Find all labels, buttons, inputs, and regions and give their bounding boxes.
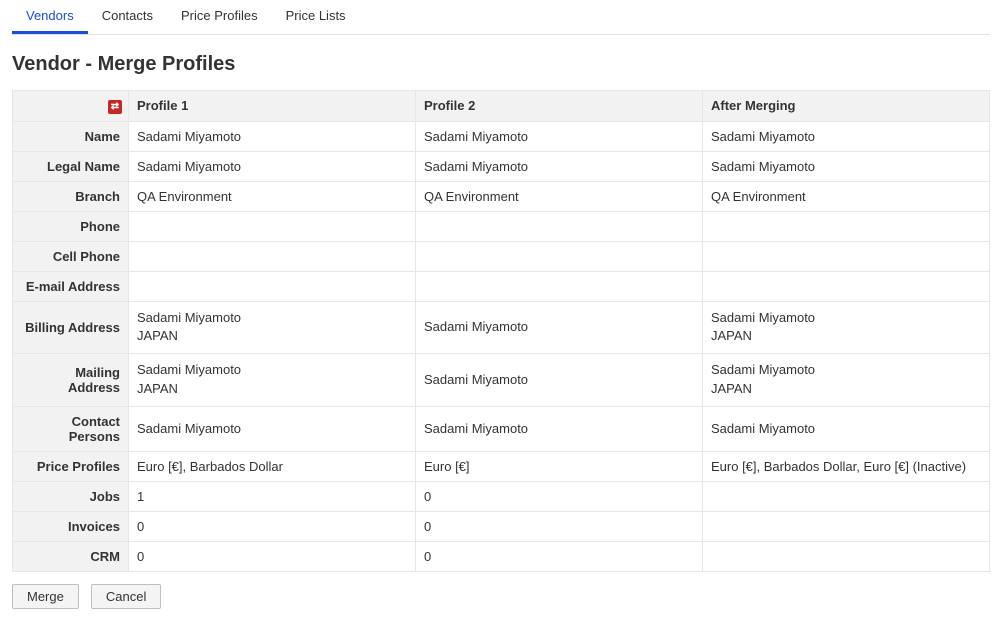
cell-profile1: 0 bbox=[129, 511, 416, 541]
cell-after: Euro [€], Barbados Dollar, Euro [€] (Ina… bbox=[703, 451, 990, 481]
cell-profile1: Sadami Miyamoto bbox=[129, 121, 416, 151]
swap-icon[interactable] bbox=[108, 100, 122, 114]
cell-after bbox=[703, 271, 990, 301]
nav-tabs: Vendors Contacts Price Profiles Price Li… bbox=[12, 0, 990, 35]
cell-profile2: Sadami Miyamoto bbox=[416, 406, 703, 451]
row-label: CRM bbox=[13, 541, 129, 571]
tab-price-profiles[interactable]: Price Profiles bbox=[167, 0, 272, 34]
cell-profile1: Sadami Miyamoto bbox=[129, 151, 416, 181]
col-after-merging: After Merging bbox=[703, 91, 990, 122]
action-bar: Merge Cancel bbox=[12, 584, 990, 609]
cell-profile1: Sadami MiyamotoJAPAN bbox=[129, 301, 416, 354]
table-row: Jobs 1 0 bbox=[13, 481, 990, 511]
cell-profile1: Sadami MiyamotoJAPAN bbox=[129, 354, 416, 407]
table-row: Phone bbox=[13, 211, 990, 241]
cell-after: Sadami MiyamotoJAPAN bbox=[703, 301, 990, 354]
cell-profile1: Euro [€], Barbados Dollar bbox=[129, 451, 416, 481]
tab-vendors[interactable]: Vendors bbox=[12, 0, 88, 34]
cell-profile1: 1 bbox=[129, 481, 416, 511]
cell-after: Sadami Miyamoto bbox=[703, 121, 990, 151]
col-profile-1: Profile 1 bbox=[129, 91, 416, 122]
cell-profile1 bbox=[129, 241, 416, 271]
cell-profile2: Euro [€] bbox=[416, 451, 703, 481]
row-label: Jobs bbox=[13, 481, 129, 511]
cell-profile1: Sadami Miyamoto bbox=[129, 406, 416, 451]
cell-profile2: Sadami Miyamoto bbox=[416, 121, 703, 151]
cell-profile2 bbox=[416, 241, 703, 271]
page-title: Vendor - Merge Profiles bbox=[12, 53, 990, 76]
merge-table: Profile 1 Profile 2 After Merging Name S… bbox=[12, 90, 990, 572]
merge-button[interactable]: Merge bbox=[12, 584, 79, 609]
row-label: E-mail Address bbox=[13, 271, 129, 301]
cell-profile2 bbox=[416, 271, 703, 301]
row-label: Name bbox=[13, 121, 129, 151]
cell-after: Sadami Miyamoto bbox=[703, 151, 990, 181]
cell-after: Sadami MiyamotoJAPAN bbox=[703, 354, 990, 407]
cell-after bbox=[703, 211, 990, 241]
cell-profile2: Sadami Miyamoto bbox=[416, 354, 703, 407]
table-row: Mailing Address Sadami MiyamotoJAPAN Sad… bbox=[13, 354, 990, 407]
table-row: Billing Address Sadami MiyamotoJAPAN Sad… bbox=[13, 301, 990, 354]
tab-contacts[interactable]: Contacts bbox=[88, 0, 167, 34]
table-row: Legal Name Sadami Miyamoto Sadami Miyamo… bbox=[13, 151, 990, 181]
row-label: Invoices bbox=[13, 511, 129, 541]
table-row: CRM 0 0 bbox=[13, 541, 990, 571]
cell-profile2: 0 bbox=[416, 511, 703, 541]
cell-after: QA Environment bbox=[703, 181, 990, 211]
cell-profile2: 0 bbox=[416, 541, 703, 571]
row-label: Branch bbox=[13, 181, 129, 211]
row-label: Mailing Address bbox=[13, 354, 129, 407]
col-profile-2: Profile 2 bbox=[416, 91, 703, 122]
row-label: Cell Phone bbox=[13, 241, 129, 271]
table-row: Name Sadami Miyamoto Sadami Miyamoto Sad… bbox=[13, 121, 990, 151]
row-label: Price Profiles bbox=[13, 451, 129, 481]
cell-profile2: 0 bbox=[416, 481, 703, 511]
cell-after bbox=[703, 541, 990, 571]
cell-profile1: 0 bbox=[129, 541, 416, 571]
cell-after bbox=[703, 511, 990, 541]
cell-profile1 bbox=[129, 271, 416, 301]
cell-after: Sadami Miyamoto bbox=[703, 406, 990, 451]
cancel-button[interactable]: Cancel bbox=[91, 584, 161, 609]
table-row: Price Profiles Euro [€], Barbados Dollar… bbox=[13, 451, 990, 481]
cell-after bbox=[703, 481, 990, 511]
tab-price-lists[interactable]: Price Lists bbox=[272, 0, 360, 34]
table-row: Contact Persons Sadami Miyamoto Sadami M… bbox=[13, 406, 990, 451]
row-label: Legal Name bbox=[13, 151, 129, 181]
row-label: Phone bbox=[13, 211, 129, 241]
cell-after bbox=[703, 241, 990, 271]
cell-profile1 bbox=[129, 211, 416, 241]
swap-profiles-cell bbox=[13, 91, 129, 122]
table-row: Invoices 0 0 bbox=[13, 511, 990, 541]
row-label: Contact Persons bbox=[13, 406, 129, 451]
cell-profile2 bbox=[416, 211, 703, 241]
table-row: Cell Phone bbox=[13, 241, 990, 271]
cell-profile2: Sadami Miyamoto bbox=[416, 301, 703, 354]
cell-profile2: QA Environment bbox=[416, 181, 703, 211]
cell-profile2: Sadami Miyamoto bbox=[416, 151, 703, 181]
row-label: Billing Address bbox=[13, 301, 129, 354]
table-row: E-mail Address bbox=[13, 271, 990, 301]
table-row: Branch QA Environment QA Environment QA … bbox=[13, 181, 990, 211]
cell-profile1: QA Environment bbox=[129, 181, 416, 211]
